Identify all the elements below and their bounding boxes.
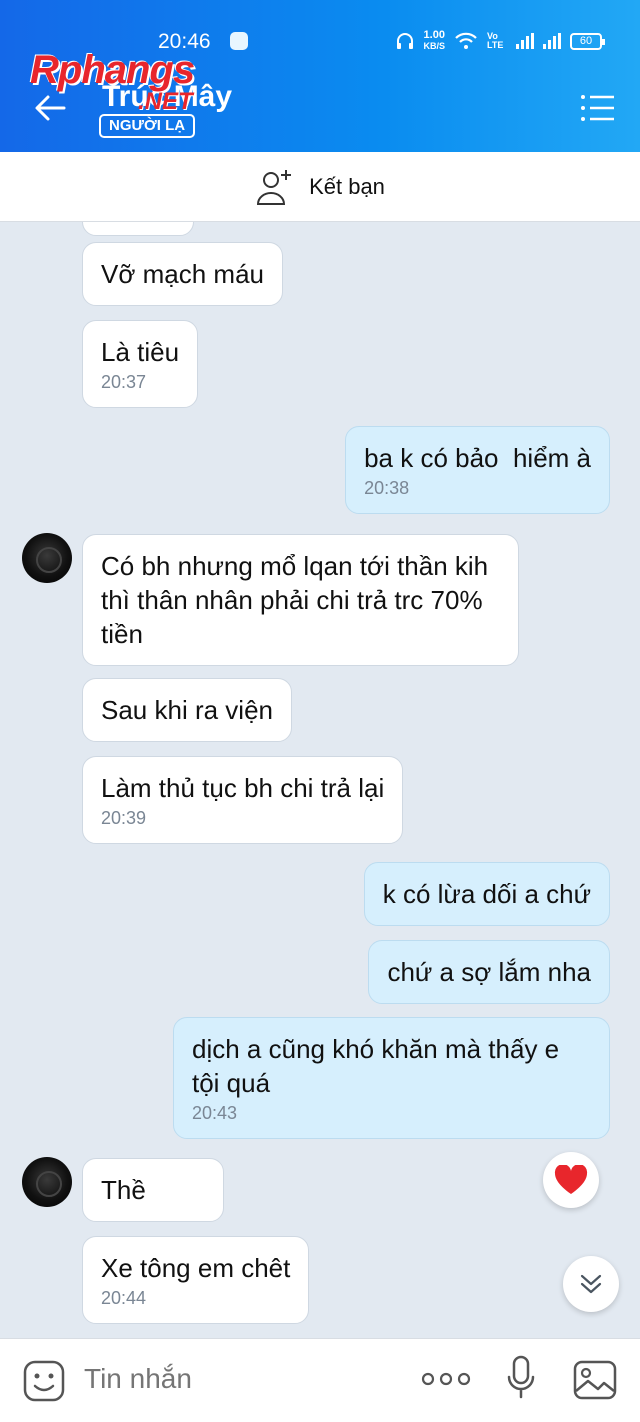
net-speed-value: 1.00 [423, 29, 445, 41]
watermark-logo-suffix: .NET [138, 88, 193, 115]
wifi-icon [455, 32, 477, 49]
reaction-heart-button[interactable] [543, 1152, 599, 1208]
watermark-logo: Rphangs [30, 48, 195, 92]
menu-button[interactable] [580, 92, 616, 124]
net-speed: 1.00 KB/S [423, 30, 445, 52]
headphones-icon [397, 33, 414, 49]
message-text: dịch a cũng khó khăn mà thấy e tội quá [192, 1034, 560, 1098]
add-friend-label: Kết bạn [309, 173, 385, 199]
message-text: ba k có bảo hiểm à [364, 443, 591, 473]
message-text: chứ a sợ lắm nha [387, 957, 591, 987]
voice-button[interactable] [506, 1355, 536, 1406]
message-input[interactable] [84, 1363, 384, 1395]
message-time: 20:37 [101, 372, 147, 392]
message-bubble[interactable]: Vỡ mạch máu [82, 242, 283, 306]
message-bubble[interactable]: Xe tông em chêt 20:44 [82, 1236, 310, 1324]
double-chevron-down-icon [580, 1274, 602, 1294]
more-dots-icon [421, 1372, 471, 1386]
message-bubble[interactable]: ba k có bảo hiểm à 20:38 [345, 426, 610, 514]
message-time: 20:43 [192, 1103, 238, 1123]
message-text: Thề [101, 1175, 146, 1205]
volte-label: Vo LTE [487, 31, 504, 50]
message-bubble[interactable]: chứ a sợ lắm nha [368, 940, 610, 1004]
message-time: 20:38 [364, 478, 410, 498]
battery-icon: 60 [570, 32, 605, 50]
message-bubble[interactable]: Sau khi ra viện [82, 678, 292, 742]
message-bubble[interactable]: dịch a cũng khó khăn mà thấy e tội quá 2… [173, 1017, 610, 1139]
message-text: Làm thủ tục bh chi trả lại [101, 773, 385, 803]
back-button[interactable] [30, 88, 70, 128]
list-menu-icon [581, 95, 614, 121]
message-text: Có bh nhưng mổ lqan tới thần kih thì thâ… [101, 551, 489, 649]
message-bubble-partial[interactable] [82, 222, 194, 236]
message-text: k có lừa dối a chứ [382, 879, 591, 909]
avatar[interactable] [22, 1157, 72, 1207]
avatar[interactable] [22, 533, 72, 583]
add-friend-button[interactable]: Kết bạn [0, 152, 640, 222]
stranger-badge: NGƯỜI LẠ [99, 114, 196, 138]
message-text: Vỡ mạch máu [101, 259, 264, 289]
message-text: Sau khi ra viện [101, 695, 273, 725]
add-user-icon [257, 169, 292, 205]
message-bubble[interactable]: Làm thủ tục bh chi trả lại 20:39 [82, 756, 404, 844]
more-options-button[interactable] [420, 1369, 472, 1394]
app-notification-icon [230, 32, 248, 50]
message-time: 20:39 [101, 808, 147, 828]
image-button[interactable] [572, 1359, 618, 1406]
emoji-icon [23, 1360, 65, 1402]
sticker-button[interactable] [22, 1359, 66, 1408]
message-bubble[interactable]: Là tiêu 20:37 [82, 320, 199, 408]
message-text: Là tiêu [101, 337, 180, 367]
chat-header: 20:46 1.00 KB/S Vo LTE 60 Trúc Mây NGƯỜI… [0, 0, 640, 152]
message-time: 20:44 [101, 1288, 147, 1308]
image-icon [573, 1360, 617, 1400]
microphone-icon [507, 1355, 535, 1399]
message-bubble[interactable]: Thề [82, 1158, 224, 1222]
signal-icon-2 [543, 33, 561, 49]
message-composer [0, 1338, 640, 1422]
status-icons: 1.00 KB/S Vo LTE 60 [396, 30, 605, 52]
scroll-down-button[interactable] [563, 1256, 619, 1312]
net-speed-unit: KB/S [423, 41, 445, 51]
arrow-left-icon [35, 95, 66, 121]
signal-icon-1 [516, 33, 534, 49]
heart-icon [554, 1165, 588, 1194]
message-list[interactable]: Vỡ mạch máu Là tiêu 20:37 ba k có bảo hi… [0, 222, 640, 1338]
message-bubble[interactable]: Có bh nhưng mổ lqan tới thần kih thì thâ… [82, 534, 519, 666]
message-text: Xe tông em chêt [101, 1253, 291, 1283]
message-bubble[interactable]: k có lừa dối a chứ [363, 862, 610, 926]
